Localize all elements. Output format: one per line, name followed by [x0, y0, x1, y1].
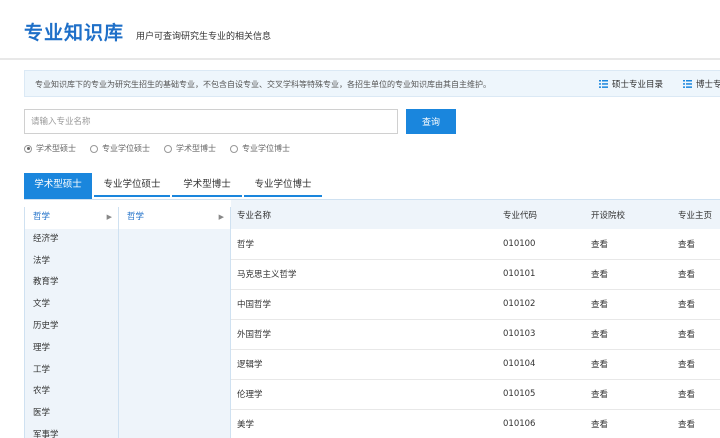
major-search-input[interactable]	[24, 109, 398, 134]
major-name: 中国哲学	[231, 289, 497, 320]
radio-label: 专业学位博士	[242, 144, 290, 153]
category-item[interactable]: 医学	[25, 403, 118, 425]
subcategory-item-philosophy[interactable]: 哲学 ▶	[119, 207, 230, 229]
table-row: 哲学 010100 查看 查看	[231, 229, 720, 260]
view-homepage-link[interactable]: 查看	[672, 379, 720, 410]
page-header: 专业知识库 用户可查询研究生专业的相关信息	[0, 0, 720, 60]
degree-type-radio-group: 学术型硕士 专业学位硕士 学术型博士 专业学位博士	[24, 143, 304, 154]
masters-catalog-label: 硕士专业目录	[612, 80, 664, 90]
page-title: 专业知识库	[24, 22, 125, 44]
table-row: 美学 010106 查看 查看	[231, 409, 720, 438]
tab-academic-master[interactable]: 学术型硕士	[24, 173, 92, 199]
table-row: 中国哲学 010102 查看 查看	[231, 289, 720, 320]
radio-label: 学术型博士	[176, 144, 216, 153]
category-item-philosophy[interactable]: 哲学 ▶	[25, 207, 118, 229]
radio-dot-icon	[230, 144, 238, 153]
column-header-name: 专业名称	[231, 200, 497, 229]
view-homepage-link[interactable]: 查看	[672, 349, 720, 380]
list-icon	[683, 80, 692, 88]
category-list: 哲学 ▶ 经济学 法学 教育学 文学 历史学 理学 工学 农学 医学 军事学	[24, 207, 118, 438]
column-header-code: 专业代码	[497, 200, 585, 229]
subcategory-list: 哲学 ▶	[118, 207, 231, 438]
radio-professional-master[interactable]: 专业学位硕士	[90, 143, 150, 154]
tab-underline	[94, 195, 170, 197]
major-code: 010104	[497, 349, 585, 380]
category-label: 哲学	[33, 212, 51, 222]
page-subtitle: 用户可查询研究生专业的相关信息	[136, 32, 272, 42]
major-code: 010102	[497, 289, 585, 320]
radio-dot-icon	[24, 144, 32, 153]
major-code: 010101	[497, 259, 585, 290]
view-homepage-link[interactable]: 查看	[672, 289, 720, 320]
major-code: 010105	[497, 379, 585, 410]
list-icon	[599, 80, 608, 88]
view-schools-link[interactable]: 查看	[585, 229, 672, 260]
radio-label: 专业学位硕士	[102, 144, 150, 153]
doctoral-catalog-link[interactable]: 博士专	[683, 78, 720, 90]
view-schools-link[interactable]: 查看	[585, 349, 672, 380]
view-schools-link[interactable]: 查看	[585, 259, 672, 290]
radio-label: 学术型硕士	[36, 144, 76, 153]
arrow-right-icon: ▶	[218, 213, 224, 221]
view-homepage-link[interactable]: 查看	[672, 409, 720, 438]
table-row: 马克思主义哲学 010101 查看 查看	[231, 259, 720, 290]
major-name: 哲学	[231, 229, 497, 260]
masters-catalog-link[interactable]: 硕士专业目录	[599, 78, 663, 90]
major-code: 010103	[497, 319, 585, 350]
table-header-row: 专业名称 专业代码 开设院校 专业主页	[231, 200, 720, 229]
radio-academic-master[interactable]: 学术型硕士	[24, 143, 76, 154]
table-row: 逻辑学 010104 查看 查看	[231, 349, 720, 380]
tab-underline	[244, 195, 322, 197]
subcategory-label: 哲学	[127, 212, 145, 222]
majors-table: 专业名称 专业代码 开设院校 专业主页 哲学 010100 查看 查看 马克思主义哲学…	[231, 200, 720, 438]
table-row: 伦理学 010105 查看 查看	[231, 379, 720, 410]
view-homepage-link[interactable]: 查看	[672, 319, 720, 350]
major-name: 美学	[231, 409, 497, 438]
category-item[interactable]: 农学	[25, 381, 118, 403]
notice-text: 专业知识库下的专业为研究生招生的基础专业，不包含自设专业、交叉学科等特殊专业，各…	[35, 80, 491, 89]
radio-professional-doctor[interactable]: 专业学位博士	[230, 143, 290, 154]
column-header-homepage: 专业主页	[672, 200, 720, 229]
view-schools-link[interactable]: 查看	[585, 409, 672, 438]
view-homepage-link[interactable]: 查看	[672, 259, 720, 290]
category-item[interactable]: 理学	[25, 338, 118, 360]
doctoral-catalog-label: 博士专	[696, 80, 720, 90]
category-item[interactable]: 教育学	[25, 272, 118, 294]
degree-tabs: 学术型硕士 专业学位硕士 学术型博士 专业学位博士	[24, 173, 720, 200]
category-item[interactable]: 文学	[25, 294, 118, 316]
search-button[interactable]: 查询	[406, 109, 456, 134]
table-row: 外国哲学 010103 查看 查看	[231, 319, 720, 350]
radio-dot-icon	[164, 144, 172, 153]
category-item[interactable]: 经济学	[25, 229, 118, 251]
major-code: 010100	[497, 229, 585, 260]
view-schools-link[interactable]: 查看	[585, 319, 672, 350]
view-schools-link[interactable]: 查看	[585, 289, 672, 320]
major-name: 外国哲学	[231, 319, 497, 350]
radio-dot-icon	[90, 144, 98, 153]
column-header-schools: 开设院校	[585, 200, 672, 229]
view-schools-link[interactable]: 查看	[585, 379, 672, 410]
major-code: 010106	[497, 409, 585, 438]
arrow-right-icon: ▶	[106, 213, 112, 221]
notice-bar: 专业知识库下的专业为研究生招生的基础专业，不包含自设专业、交叉学科等特殊专业，各…	[24, 70, 720, 97]
category-item[interactable]: 法学	[25, 251, 118, 273]
major-name: 伦理学	[231, 379, 497, 410]
tab-underline	[172, 195, 242, 197]
category-item[interactable]: 历史学	[25, 316, 118, 338]
major-name: 逻辑学	[231, 349, 497, 380]
view-homepage-link[interactable]: 查看	[672, 229, 720, 260]
category-item[interactable]: 工学	[25, 360, 118, 382]
major-name: 马克思主义哲学	[231, 259, 497, 290]
category-item[interactable]: 军事学	[25, 425, 118, 438]
radio-academic-doctor[interactable]: 学术型博士	[164, 143, 216, 154]
